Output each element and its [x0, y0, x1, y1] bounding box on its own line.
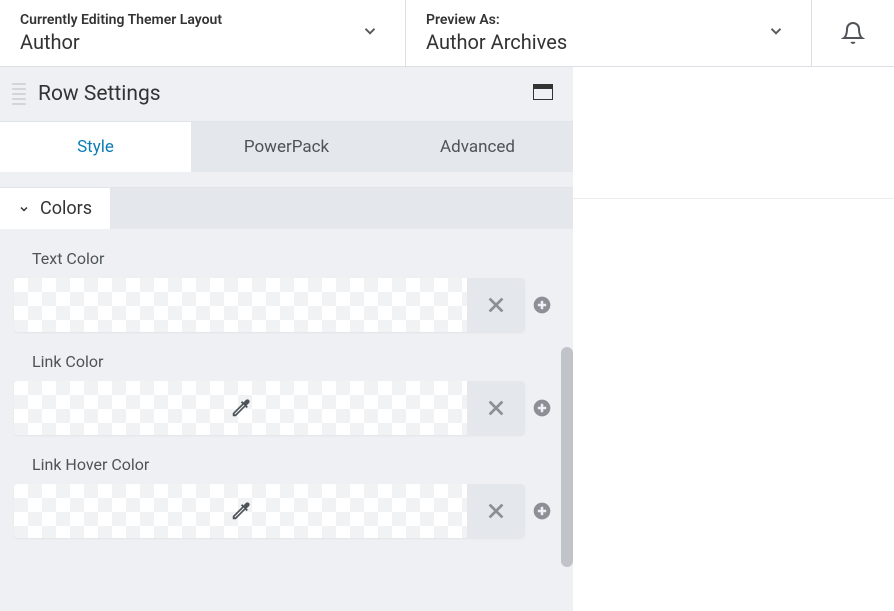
- eyedropper-icon: [230, 500, 252, 522]
- panel-header: Row Settings: [0, 67, 573, 122]
- close-icon: [485, 294, 507, 316]
- field-label: Text Color: [32, 249, 559, 268]
- section-colors-toggle[interactable]: Colors: [0, 188, 110, 229]
- preview-label: Preview As:: [426, 12, 791, 28]
- panel-body: Text Color Link Color: [0, 229, 573, 578]
- chevron-down-icon: [361, 22, 379, 44]
- themer-label: Currently Editing Themer Layout: [20, 12, 385, 28]
- section-spacer: [0, 172, 573, 188]
- preview-as-selector[interactable]: Preview As: Author Archives: [406, 0, 812, 66]
- drag-handle-icon[interactable]: [10, 81, 28, 107]
- color-swatch[interactable]: [14, 381, 467, 435]
- section-label: Colors: [40, 198, 92, 219]
- tab-advanced[interactable]: Advanced: [382, 122, 573, 172]
- field-link-hover-color: Link Hover Color: [14, 455, 559, 538]
- themer-layout-selector[interactable]: Currently Editing Themer Layout Author: [0, 0, 406, 66]
- tab-style[interactable]: Style: [0, 122, 191, 172]
- top-bar: Currently Editing Themer Layout Author P…: [0, 0, 894, 67]
- clear-color-button[interactable]: [467, 381, 525, 435]
- plus-circle-icon: [532, 501, 552, 521]
- color-swatch[interactable]: [14, 278, 467, 332]
- close-icon: [485, 397, 507, 419]
- plus-circle-icon: [532, 398, 552, 418]
- connect-field-button[interactable]: [525, 398, 559, 418]
- section-bar-bg: [110, 188, 573, 229]
- responsive-toggle-icon[interactable]: [533, 84, 553, 104]
- themer-value: Author: [20, 30, 385, 54]
- connect-field-button[interactable]: [525, 295, 559, 315]
- preview-value: Author Archives: [426, 30, 791, 54]
- chevron-down-icon: [767, 22, 785, 44]
- preview-canvas: [573, 67, 894, 611]
- notifications-button[interactable]: [812, 0, 894, 66]
- tab-powerpack[interactable]: PowerPack: [191, 122, 382, 172]
- connect-field-button[interactable]: [525, 501, 559, 521]
- plus-circle-icon: [532, 295, 552, 315]
- panel-title: Row Settings: [38, 82, 533, 106]
- field-label: Link Color: [32, 352, 559, 371]
- clear-color-button[interactable]: [467, 278, 525, 332]
- color-swatch[interactable]: [14, 484, 467, 538]
- clear-color-button[interactable]: [467, 484, 525, 538]
- field-text-color: Text Color: [14, 249, 559, 332]
- link-color-picker[interactable]: [14, 381, 525, 435]
- field-label: Link Hover Color: [32, 455, 559, 474]
- chevron-down-icon: [18, 202, 30, 216]
- eyedropper-icon: [230, 397, 252, 419]
- close-icon: [485, 500, 507, 522]
- field-link-color: Link Color: [14, 352, 559, 435]
- link-hover-color-picker[interactable]: [14, 484, 525, 538]
- scrollbar[interactable]: [561, 347, 573, 567]
- text-color-picker[interactable]: [14, 278, 525, 332]
- settings-tabs: Style PowerPack Advanced: [0, 122, 573, 172]
- settings-panel: Row Settings Style PowerPack Advanced Co…: [0, 67, 573, 611]
